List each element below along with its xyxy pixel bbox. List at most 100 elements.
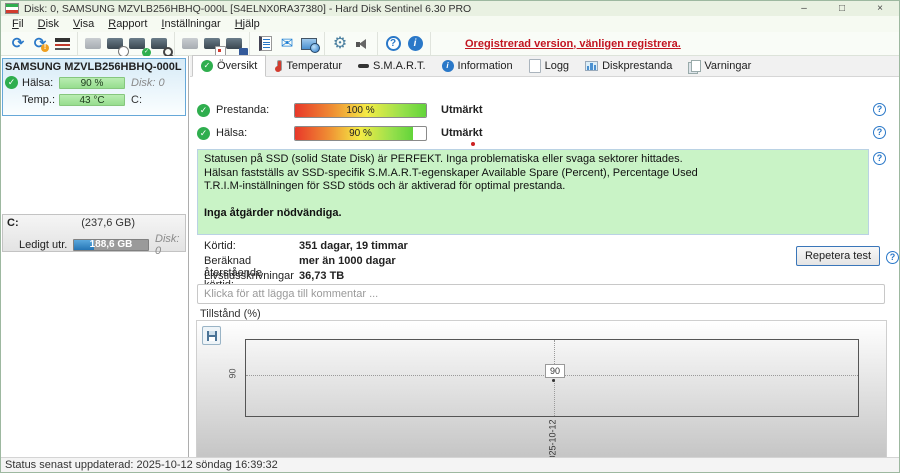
performance-row: ✓ Prestanda: 100 % Utmärkt bbox=[197, 102, 483, 118]
remaining-lifetime-value: mer än 1000 dagar bbox=[299, 255, 396, 267]
tab-varningar[interactable]: Varningar bbox=[680, 56, 759, 76]
minimize-button-icon[interactable]: – bbox=[785, 1, 823, 16]
chart-plot-area: 90 bbox=[245, 339, 859, 417]
overview-check-icon: ✓ bbox=[201, 60, 213, 72]
tab-bar: ✓Översikt Temperatur S.M.A.R.T. iInforma… bbox=[190, 56, 899, 77]
menu-visa[interactable]: Visa bbox=[66, 17, 101, 31]
title-bar: Disk: 0, SAMSUNG MZVLB256HBHQ-000L [S4EL… bbox=[1, 1, 899, 16]
health-row: ✓ Hälsa: 90 % Utmärkt bbox=[197, 125, 483, 141]
health-ok-icon: ✓ bbox=[197, 127, 210, 140]
comment-input[interactable] bbox=[197, 284, 885, 304]
health-help-icon[interactable]: ? bbox=[873, 126, 886, 139]
performance-bar: 100 % bbox=[294, 103, 427, 118]
status-bar-text: Status senast uppdaterad: 2025-10-12 sön… bbox=[5, 459, 278, 471]
thermometer-icon bbox=[274, 60, 282, 72]
partition-list-item[interactable]: C: (237,6 GB) Ledigt utr. 188,6 GB Disk:… bbox=[2, 214, 186, 252]
performance-help-icon[interactable]: ? bbox=[873, 103, 886, 116]
smart-icon bbox=[358, 64, 369, 68]
status-bar: Status senast uppdaterad: 2025-10-12 sön… bbox=[1, 457, 899, 472]
lifetime-writes-value: 36,73 TB bbox=[299, 270, 344, 282]
close-button-icon[interactable]: × bbox=[861, 1, 899, 16]
performance-value: 100 % bbox=[295, 104, 426, 117]
volume-letter-label: C: bbox=[125, 94, 183, 106]
main-panel: ✓Översikt Temperatur S.M.A.R.T. iInforma… bbox=[190, 56, 899, 457]
refresh-icon[interactable]: ⟳ bbox=[7, 34, 29, 54]
menu-disk[interactable]: Disk bbox=[31, 17, 66, 31]
chart-point-label: 90 bbox=[545, 364, 565, 378]
disk-number-label: Disk: 0 bbox=[125, 77, 183, 89]
lifetime-writes-label: Livstidsskrivningar bbox=[204, 270, 294, 282]
tab-logg[interactable]: Logg bbox=[521, 56, 577, 76]
warnings-pages-icon bbox=[688, 60, 700, 72]
partition-disk-label: Disk: 0 bbox=[149, 233, 185, 257]
free-space-bar: 188,6 GB bbox=[73, 239, 149, 251]
app-window: Disk: 0, SAMSUNG MZVLB256HBHQ-000L [S4EL… bbox=[0, 0, 900, 473]
menu-fil[interactable]: Fil bbox=[5, 17, 31, 31]
performance-status: Utmärkt bbox=[441, 104, 483, 116]
refresh-warning-icon[interactable]: ⟳! bbox=[29, 34, 51, 54]
health-label: Hälsa: bbox=[216, 127, 294, 139]
repeat-test-button[interactable]: Repetera test bbox=[796, 246, 880, 266]
disk-repair-icon[interactable] bbox=[223, 34, 245, 54]
tab-oversikt[interactable]: ✓Översikt bbox=[192, 55, 266, 77]
log-page-icon bbox=[529, 59, 541, 73]
sidebar-temp-bar: 43 °C bbox=[59, 94, 125, 106]
tab-information[interactable]: iInformation bbox=[434, 56, 521, 76]
health-history-chart: 90 90 2025-10-12 bbox=[196, 320, 887, 473]
email-icon[interactable]: ✉ bbox=[276, 34, 298, 54]
chart-point-marker bbox=[552, 379, 555, 382]
disk-disabled-icon bbox=[82, 34, 104, 54]
disk-list-item-selected[interactable]: SAMSUNG MZVLB256HBHQ-000L (238,5 GB) ✓ H… bbox=[2, 58, 186, 116]
health-footnote-marker bbox=[471, 142, 475, 146]
disk-surface-test-icon[interactable] bbox=[201, 34, 223, 54]
health-label: Hälsa: bbox=[22, 77, 59, 89]
menu-hjalp[interactable]: Hjälp bbox=[228, 17, 267, 31]
save-chart-button[interactable] bbox=[202, 326, 221, 345]
about-info-icon[interactable]: i bbox=[404, 34, 426, 54]
disk-analyze-icon[interactable] bbox=[148, 34, 170, 54]
report-icon[interactable] bbox=[254, 34, 276, 54]
free-space-value: 188,6 GB bbox=[74, 240, 148, 250]
runtime-value: 351 dagar, 19 timmar bbox=[299, 240, 408, 252]
status-help-icon[interactable]: ? bbox=[873, 152, 886, 165]
maximize-button-icon[interactable]: □ bbox=[823, 1, 861, 16]
disk-disabled-2-icon bbox=[179, 34, 201, 54]
menu-installningar[interactable]: Inställningar bbox=[154, 17, 227, 31]
disk-status-text-box: Statusen på SSD (solid State Disk) är PE… bbox=[197, 149, 869, 235]
floppy-save-icon bbox=[207, 331, 217, 341]
tab-smart[interactable]: S.M.A.R.T. bbox=[350, 56, 434, 76]
temp-label: Temp.: bbox=[22, 94, 59, 106]
disk-performance-chart-icon bbox=[585, 61, 598, 71]
info-circle-icon: i bbox=[442, 60, 454, 72]
toolbar: ⟳ ⟳! ✓ ✉ ⚙ ? i Oregistrerad version bbox=[1, 32, 899, 56]
health-ok-icon: ✓ bbox=[5, 76, 18, 89]
network-icon[interactable] bbox=[298, 34, 320, 54]
detection-levels-icon[interactable] bbox=[51, 34, 73, 54]
help-icon[interactable]: ? bbox=[382, 34, 404, 54]
disk-item-title: SAMSUNG MZVLB256HBHQ-000L (238,5 GB) bbox=[3, 60, 185, 74]
runtime-label: Körtid: bbox=[204, 240, 236, 252]
settings-gear-icon[interactable]: ⚙ bbox=[329, 34, 351, 54]
sidebar-health-bar: 90 % bbox=[59, 77, 125, 89]
menu-rapport[interactable]: Rapport bbox=[101, 17, 154, 31]
free-space-label: Ledigt utr. bbox=[19, 239, 73, 251]
status-line: Statusen på SSD (solid State Disk) är PE… bbox=[204, 153, 862, 167]
partition-size: (237,6 GB) bbox=[81, 217, 135, 229]
tab-diskprestanda[interactable]: Diskprestanda bbox=[577, 56, 680, 76]
app-icon bbox=[5, 3, 19, 14]
retest-help-icon[interactable]: ? bbox=[886, 251, 899, 264]
tab-temperatur[interactable]: Temperatur bbox=[266, 56, 350, 76]
status-line: Hälsan fastställs av SSD-specifik S.M.A.… bbox=[204, 167, 862, 181]
sound-icon[interactable] bbox=[351, 34, 373, 54]
disk-clock-icon[interactable] bbox=[104, 34, 126, 54]
unregistered-version-link[interactable]: Oregistrerad version, vänligen registrer… bbox=[465, 38, 681, 50]
health-bar: 90 % bbox=[294, 126, 427, 141]
status-line: T.R.I.M-inställningen för SSD stöds och … bbox=[204, 180, 862, 194]
window-title: Disk: 0, SAMSUNG MZVLB256HBHQ-000L [S4EL… bbox=[24, 3, 471, 15]
overview-content: ✓ Prestanda: 100 % Utmärkt ✓ Hälsa: 90 %… bbox=[190, 77, 899, 457]
performance-label: Prestanda: bbox=[216, 104, 294, 116]
disk-accept-icon[interactable]: ✓ bbox=[126, 34, 148, 54]
status-action-line: Inga åtgärder nödvändiga. bbox=[204, 207, 862, 221]
disk-sidebar: SAMSUNG MZVLB256HBHQ-000L (238,5 GB) ✓ H… bbox=[1, 56, 189, 457]
health-status: Utmärkt bbox=[441, 127, 483, 139]
